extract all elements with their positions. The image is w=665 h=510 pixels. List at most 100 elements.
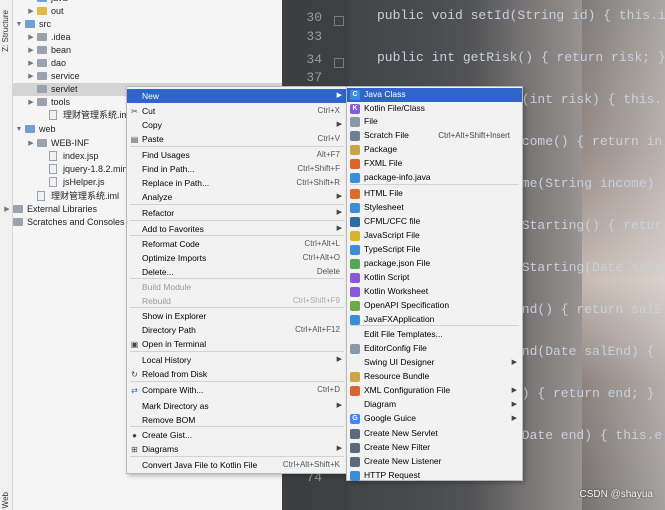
tree-item[interactable]: ▶ bean (13, 44, 282, 57)
new-menu-item-edit-file-templates[interactable]: Edit File Templates... (347, 328, 522, 342)
new-menu-item-openapi-specification[interactable]: OpenAPI Specification (347, 299, 522, 313)
new-menu-item-kotlin-worksheet[interactable]: Kotlin Worksheet (347, 285, 522, 299)
new-menu-item-http-request[interactable]: HTTP Request (347, 469, 522, 483)
menu-item-convert-java-file-to-kotlin-file[interactable]: Convert Java File to Kotlin File Ctrl+Alt… (127, 458, 347, 472)
tree-item[interactable]: ▶ dao (13, 57, 282, 70)
menu-item-find-in-path[interactable]: Find in Path... Ctrl+Shift+F (127, 162, 347, 176)
menu-item-delete[interactable]: Delete... Delete (127, 265, 347, 279)
new-menu-item-package-info-java[interactable]: package-info.java (347, 171, 522, 185)
new-menu-item-javascript-file[interactable]: JavaScript File (347, 229, 522, 243)
menu-item-directory-path[interactable]: Directory Path Ctrl+Alt+F12 (127, 323, 347, 337)
web-tab[interactable]: Web (1, 492, 10, 508)
menu-item-paste[interactable]: ▤ Paste Ctrl+V (127, 132, 347, 146)
new-menu-item-cfml-cfc-file[interactable]: CFML/CFC file (347, 215, 522, 229)
menu-item-label: Edit File Templates... (364, 329, 443, 339)
structure-tab[interactable]: Z: Structure (1, 10, 10, 52)
tree-item[interactable]: ▶ .idea (13, 31, 282, 44)
file-type-icon (350, 315, 360, 325)
menu-item-optimize-imports[interactable]: Optimize Imports Ctrl+Alt+O (127, 251, 347, 265)
menu-item-replace-in-path[interactable]: Replace in Path... Ctrl+Shift+R (127, 176, 347, 190)
code-line[interactable]: eStarting() { retur (514, 218, 662, 233)
menu-item-copy[interactable]: Copy ▶ (127, 118, 347, 132)
chevron-right-icon[interactable]: ▶ (27, 44, 35, 57)
tree-item[interactable]: ▼ src (13, 18, 282, 31)
chevron-right-icon[interactable]: ▶ (27, 5, 35, 18)
menu-item-new[interactable]: New ▶ (127, 89, 347, 103)
menu-item-shortcut: Ctrl+Shift+F9 (292, 296, 340, 305)
chevron-right-icon[interactable]: ▶ (27, 70, 35, 83)
menu-item-compare-with[interactable]: ⇄ Compare With... Ctrl+D (127, 383, 347, 397)
menu-item-find-usages[interactable]: Find Usages Alt+F7 (127, 148, 347, 162)
new-menu-item-scratch-file[interactable]: Scratch File Ctrl+Alt+Shift+Insert (347, 129, 522, 143)
chevron-down-icon[interactable]: ▼ (15, 18, 23, 31)
code-line[interactable]: () { return end; } (514, 386, 654, 401)
menu-item-mark-directory-as[interactable]: Mark Directory as ▶ (127, 399, 347, 413)
new-menu-item-resource-bundle[interactable]: Resource Bundle (347, 370, 522, 384)
menu-item-local-history[interactable]: Local History ▶ (127, 353, 347, 367)
file-type-icon: G (350, 414, 360, 424)
fold-marker-icon[interactable] (334, 58, 344, 68)
new-menu-item-java-class[interactable]: C Java Class (347, 88, 522, 102)
code-line[interactable]: ncome() { return in (514, 134, 662, 149)
new-menu-item-package[interactable]: Package (347, 143, 522, 157)
menu-item-cut[interactable]: ✂ Cut Ctrl+X (127, 104, 347, 118)
menu-item-diagrams[interactable]: ⊞ Diagrams ▶ (127, 442, 347, 456)
new-menu-item-typescript-file[interactable]: TypeScript File (347, 243, 522, 257)
chevron-down-icon[interactable]: ▼ (15, 123, 23, 136)
code-line[interactable]: public void setId(String id) { this.i (377, 8, 665, 23)
menu-item-rebuild[interactable]: Rebuild Ctrl+Shift+F9 (127, 294, 347, 308)
new-menu-item-kotlin-file-class[interactable]: K Kotlin File/Class (347, 102, 522, 116)
menu-item-build-module[interactable]: Build Module (127, 280, 347, 294)
new-menu-item-xml-configuration-file[interactable]: XML Configuration File ▶ (347, 384, 522, 398)
new-menu-item-fxml-file[interactable]: FXML File (347, 157, 522, 171)
chevron-right-icon[interactable]: ▶ (27, 137, 35, 150)
menu-item-remove-bom[interactable]: Remove BOM (127, 413, 347, 427)
code-line[interactable]: k(int risk) { this. (514, 92, 662, 107)
menu-item-label: Build Module (142, 282, 192, 292)
chevron-right-icon[interactable]: ▶ (27, 96, 35, 109)
menu-item-label: Find in Path... (142, 164, 195, 174)
code-line[interactable]: public int getRisk() { return risk; } (377, 50, 665, 65)
new-menu-item-swing-ui-designer[interactable]: Swing UI Designer ▶ (347, 356, 522, 370)
menu-item-add-to-favorites[interactable]: Add to Favorites ▶ (127, 222, 347, 236)
code-line[interactable]: End(Date salEnd) { (514, 344, 662, 359)
code-line[interactable]: End() { return salE (514, 302, 662, 317)
menu-item-create-gist[interactable]: ● Create Gist... (127, 428, 347, 442)
reload-icon: ↻ (131, 370, 138, 379)
chevron-right-icon[interactable]: ▶ (27, 31, 35, 44)
menu-item-label: Directory Path (142, 325, 196, 335)
menu-item-open-in-terminal[interactable]: ▣ Open in Terminal (127, 337, 347, 351)
new-menu-item-stylesheet[interactable]: Stylesheet (347, 201, 522, 215)
tree-item[interactable]: ▶ out (13, 5, 282, 18)
new-menu-item-google-guice[interactable]: G Google Guice ▶ (347, 412, 522, 426)
menu-item-reformat-code[interactable]: Reformat Code Ctrl+Alt+L (127, 237, 347, 251)
new-menu-item-editorconfig-file[interactable]: EditorConfig File (347, 342, 522, 356)
fold-marker-icon[interactable] (334, 16, 344, 26)
menu-item-analyze[interactable]: Analyze ▶ (127, 190, 347, 204)
new-menu-item-file[interactable]: File (347, 115, 522, 129)
new-menu-item-diagram[interactable]: Diagram ▶ (347, 398, 522, 412)
new-menu-item-javafxapplication[interactable]: JavaFXApplication (347, 313, 522, 327)
new-menu-item-html-file[interactable]: HTML File (347, 187, 522, 201)
code-line[interactable]: (Date end) { this.e (514, 428, 662, 443)
submenu-arrow-icon: ▶ (511, 359, 517, 366)
new-menu-item-create-new-listener[interactable]: Create New Listener (347, 455, 522, 469)
menu-item-label: Replace in Path... (142, 178, 210, 188)
new-submenu: C Java Class K Kotlin File/Class File Scratch… (346, 86, 523, 481)
new-menu-item-kotlin-script[interactable]: Kotlin Script (347, 271, 522, 285)
code-line[interactable]: ome(String income) (514, 176, 662, 191)
code-line[interactable]: eStarting(Date sale (514, 260, 662, 275)
submenu-arrow-icon: ▶ (336, 121, 342, 128)
new-menu-item-package-json-file[interactable]: package.json File (347, 257, 522, 271)
menu-item-label: Swing UI Designer (364, 357, 435, 367)
menu-item-refactor[interactable]: Refactor ▶ (127, 206, 347, 220)
chevron-right-icon[interactable]: ▶ (27, 57, 35, 70)
menu-item-show-in-explorer[interactable]: Show in Explorer (127, 309, 347, 323)
new-menu-item-create-new-filter[interactable]: Create New Filter (347, 441, 522, 455)
menu-item-reload-from-disk[interactable]: ↻ Reload from Disk (127, 367, 347, 381)
new-menu-item-create-new-servlet[interactable]: Create New Servlet (347, 427, 522, 441)
tree-item[interactable]: ▶ service (13, 70, 282, 83)
file-type-icon (350, 159, 360, 169)
menu-item-shortcut: Ctrl+Alt+L (304, 239, 340, 248)
chevron-right-icon[interactable]: ▶ (3, 203, 11, 216)
